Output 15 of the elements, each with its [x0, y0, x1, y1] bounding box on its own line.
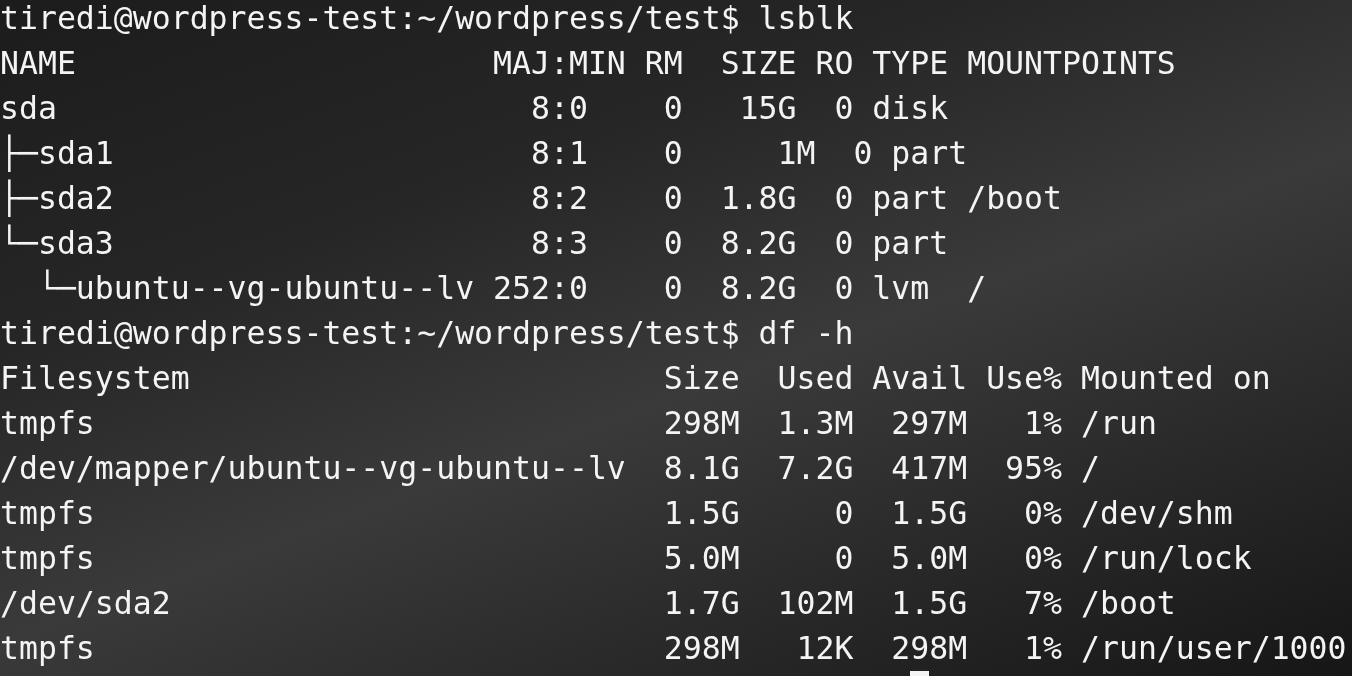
output-line: ├─sda2 8:2 0 1.8G 0 part /boot: [0, 178, 1063, 219]
command-prompt: tiredi@wordpress-test:~/wordpress/test$ lsblk: [0, 0, 854, 38]
output-line: /dev/sda2 1.7G 102M 1.5G 7% /boot: [0, 584, 1176, 623]
output-line: └─ubuntu--vg-ubuntu--lv 252:0 0 8.2G 0 lvm /: [36, 268, 987, 308]
command-prompt: tiredi@wordpress-test:~/wordpress/test$ df -h: [0, 314, 854, 353]
output-line: Filesystem Size Used Avail Use% Mounted on: [0, 359, 1271, 398]
output-line: tmpfs 5.0M 0 5.0M 0% /run/lock: [0, 539, 1252, 578]
output-line: tmpfs 298M 1.3M 297M 1% /run: [0, 404, 1157, 443]
output-line: tmpfs 1.5G 0 1.5G 0% /dev/shm: [0, 494, 1233, 533]
output-line: /dev/mapper/ubuntu--vg-ubuntu--lv 8.1G 7.2G 417M 95% /: [0, 449, 1100, 488]
output-line: tmpfs 298M 12K 298M 1% /run/user/1000: [0, 629, 1347, 668]
output-line: sda 8:0 0 15G 0 disk: [0, 89, 949, 128]
output-line: NAME MAJ:MIN RM SIZE RO TYPE MOUNTPOINTS: [0, 44, 1176, 83]
output-line: ├─sda1 8:1 0 1M 0 part: [0, 133, 968, 174]
output-line: └─sda3 8:3 0 8.2G 0 part: [0, 223, 949, 263]
